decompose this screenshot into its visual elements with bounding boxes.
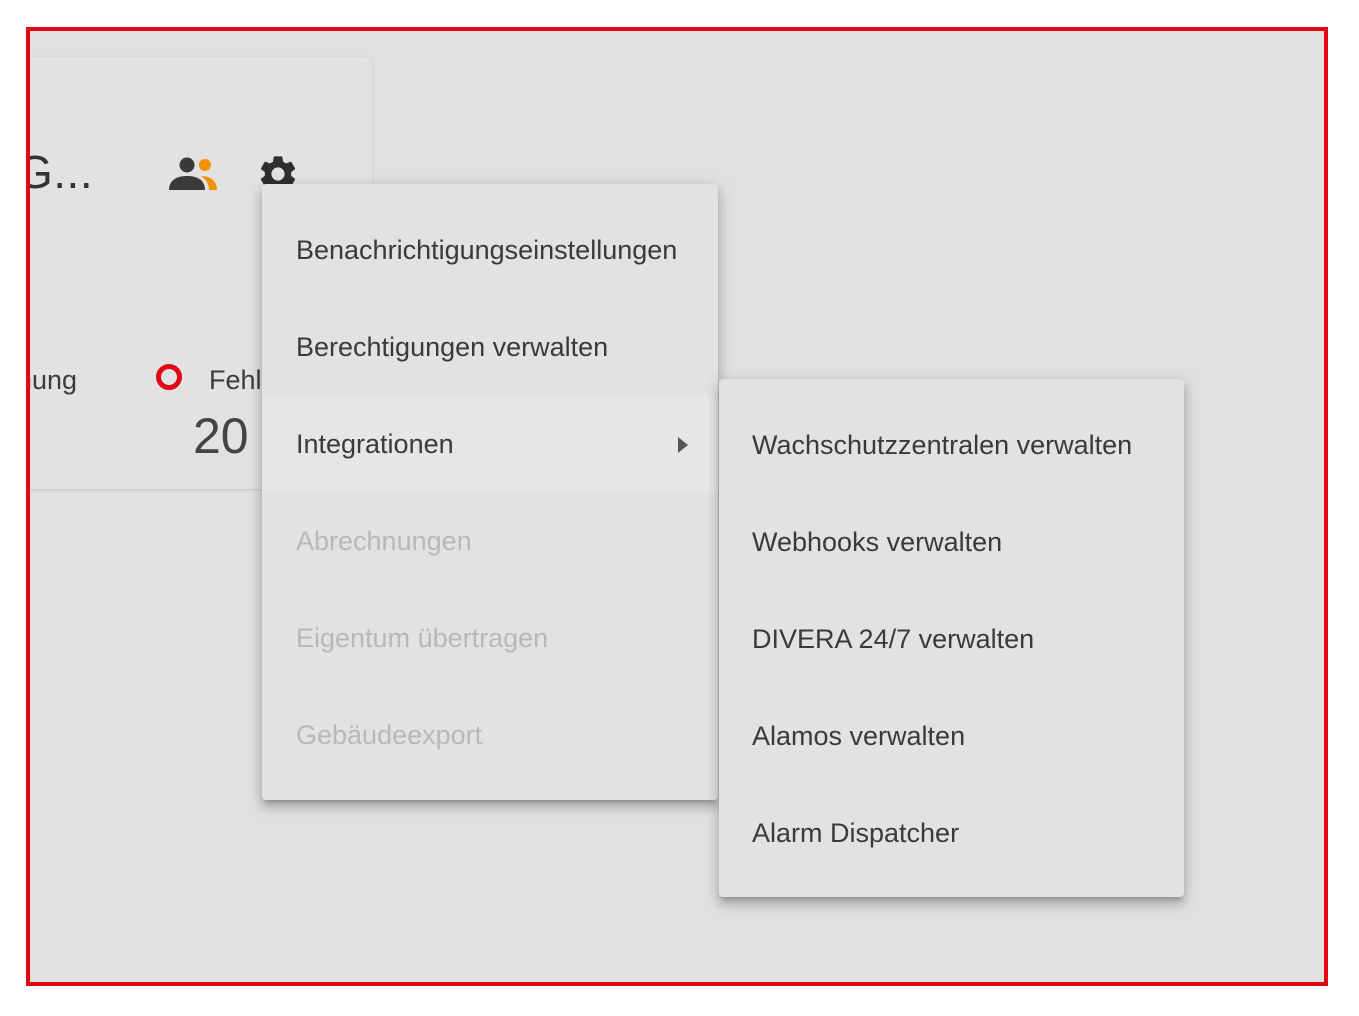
menu-item-label: Integrationen xyxy=(296,429,454,459)
submenu-item-divera[interactable]: DIVERA 24/7 verwalten xyxy=(719,591,1184,688)
submenu-item-alamos[interactable]: Alamos verwalten xyxy=(719,688,1184,785)
menu-item-label: Berechtigungen verwalten xyxy=(296,332,609,362)
submenu-item-label: DIVERA 24/7 verwalten xyxy=(752,624,1035,654)
menu-item-notification-settings[interactable]: Benachrichtigungseinstellungen xyxy=(262,202,718,299)
menu-item-integrations[interactable]: Integrationen xyxy=(262,396,718,493)
submenu-item-webhooks[interactable]: Webhooks verwalten xyxy=(719,494,1184,591)
settings-menu: Benachrichtigungseinstellungen Berechtig… xyxy=(262,184,718,800)
submenu-item-label: Webhooks verwalten xyxy=(752,527,1003,557)
submenu-item-label: Alamos verwalten xyxy=(752,721,966,751)
chevron-right-icon xyxy=(678,436,688,453)
submenu-item-label: Wachschutzzentralen verwalten xyxy=(752,430,1133,460)
submenu-item-security-centers[interactable]: Wachschutzzentralen verwalten xyxy=(719,397,1184,494)
menu-item-label: Abrechnungen xyxy=(296,526,472,556)
menu-item-building-export: Gebäudeexport xyxy=(262,687,718,784)
submenu-item-label: Alarm Dispatcher xyxy=(752,818,960,848)
menu-item-manage-permissions[interactable]: Berechtigungen verwalten xyxy=(262,299,718,396)
status-circle-icon xyxy=(156,364,182,390)
integrations-submenu: Wachschutzzentralen verwalten Webhooks v… xyxy=(719,379,1184,897)
submenu-item-alarm-dispatcher[interactable]: Alarm Dispatcher xyxy=(719,785,1184,882)
menu-item-label: Eigentum übertragen xyxy=(296,623,549,653)
card-title: G... xyxy=(30,146,94,198)
screenshot-frame: G... rnung 3 Fehler 20 Benachrichtigungs… xyxy=(26,27,1328,986)
people-icon[interactable] xyxy=(167,156,221,194)
menu-item-billing: Abrechnungen xyxy=(262,493,718,590)
status-value-error[interactable]: 20 xyxy=(193,407,249,465)
menu-item-transfer-ownership: Eigentum übertragen xyxy=(262,590,718,687)
menu-item-label: Gebäudeexport xyxy=(296,720,483,750)
menu-item-label: Benachrichtigungseinstellungen xyxy=(296,235,678,265)
status-label-warning: rnung xyxy=(30,365,78,395)
